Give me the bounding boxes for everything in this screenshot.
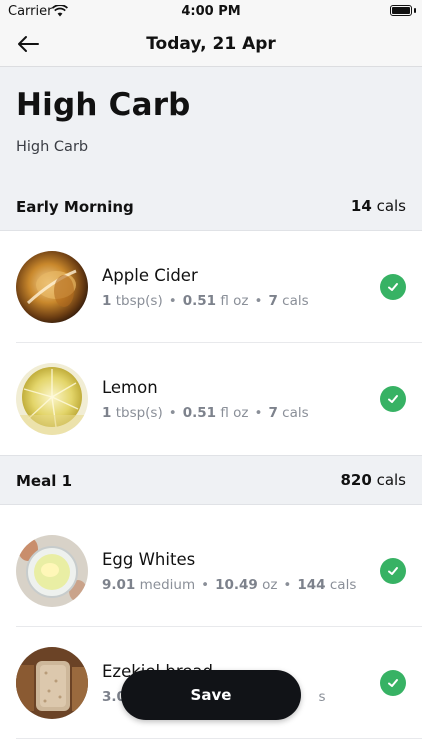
nav-title: Today, 21 Apr: [146, 34, 276, 54]
food-weight: 0.51: [182, 405, 217, 421]
separator-dot: •: [254, 405, 263, 421]
page-subtitle: High Carb: [16, 139, 89, 155]
plan-header: High Carb High Carb: [0, 67, 422, 182]
food-name: Lemon: [102, 378, 158, 397]
section-calories: 14 cals: [351, 197, 406, 215]
food-qty-unit: medium: [139, 577, 196, 593]
battery-tip: [414, 8, 416, 13]
section-calories-value: 820: [340, 471, 372, 489]
food-weight-unit: oz: [262, 577, 278, 593]
food-weight-unit: fl oz: [220, 293, 249, 309]
food-weight-unit: fl oz: [220, 405, 249, 421]
section-calories-unit: cals: [376, 471, 406, 489]
nav-bar: Today, 21 Apr: [0, 22, 422, 67]
food-row-egg-whites[interactable]: Egg Whites 9.01 medium • 10.49 oz • 144 cals: [0, 515, 422, 627]
clock: 4:00 PM: [181, 4, 241, 19]
section-calories: 820 cals: [340, 471, 406, 489]
food-calories: 7: [268, 293, 278, 309]
food-details: 1 tbsp(s) • 0.51 fl oz • 7 cals: [102, 405, 309, 421]
section-header-early-morning: Early Morning 14 cals: [0, 182, 422, 231]
egg-whites-photo: [16, 535, 88, 607]
food-weight: 10.49: [215, 577, 258, 593]
food-weight: 0.51: [182, 293, 217, 309]
checkmark-icon[interactable]: [380, 274, 406, 300]
separator-dot: •: [168, 405, 177, 421]
status-bar: Carrier 4:00 PM: [0, 0, 422, 22]
checkmark-icon[interactable]: [380, 386, 406, 412]
separator-dot: •: [254, 293, 263, 309]
food-qty: 1: [102, 293, 112, 309]
battery-icon: [390, 5, 412, 16]
food-qty-unit: tbsp(s): [115, 293, 163, 309]
food-row-lemon[interactable]: Lemon 1 tbsp(s) • 0.51 fl oz • 7 cals: [0, 343, 422, 455]
lemon-photo: [16, 363, 88, 435]
separator-dot: •: [283, 577, 292, 593]
food-row-apple-cider[interactable]: Apple Cider 1 tbsp(s) • 0.51 fl oz • 7 cals: [0, 231, 422, 343]
section-calories-unit: cals: [376, 197, 406, 215]
food-calories-unit: s: [318, 689, 326, 705]
checkmark-icon[interactable]: [380, 670, 406, 696]
food-details: 1 tbsp(s) • 0.51 fl oz • 7 cals: [102, 293, 309, 309]
food-qty: 1: [102, 405, 112, 421]
food-name: Apple Cider: [102, 266, 198, 285]
food-calories-unit: cals: [282, 405, 309, 421]
food-name: Egg Whites: [102, 550, 196, 569]
food-calories-unit: cals: [282, 293, 309, 309]
food-qty-unit: tbsp(s): [115, 405, 163, 421]
save-button[interactable]: Save: [121, 670, 301, 720]
section-header-meal-1: Meal 1 820 cals: [0, 455, 422, 505]
separator-dot: •: [201, 577, 210, 593]
food-details: 9.01 medium • 10.49 oz • 144 cals: [102, 577, 356, 593]
food-calories: 7: [268, 405, 278, 421]
row-divider: [16, 738, 422, 739]
food-calories: 144: [297, 577, 326, 593]
section-title: Early Morning: [16, 198, 134, 216]
section-title: Meal 1: [16, 472, 73, 490]
food-calories-unit: cals: [329, 577, 357, 593]
section-calories-value: 14: [350, 197, 372, 215]
food-qty: 9.01: [102, 577, 136, 593]
ezekiel-bread-photo: [16, 647, 88, 719]
page-title: High Carb: [16, 87, 191, 123]
separator-dot: •: [168, 293, 177, 309]
apple-cider-photo: [16, 251, 88, 323]
checkmark-icon[interactable]: [380, 558, 406, 584]
